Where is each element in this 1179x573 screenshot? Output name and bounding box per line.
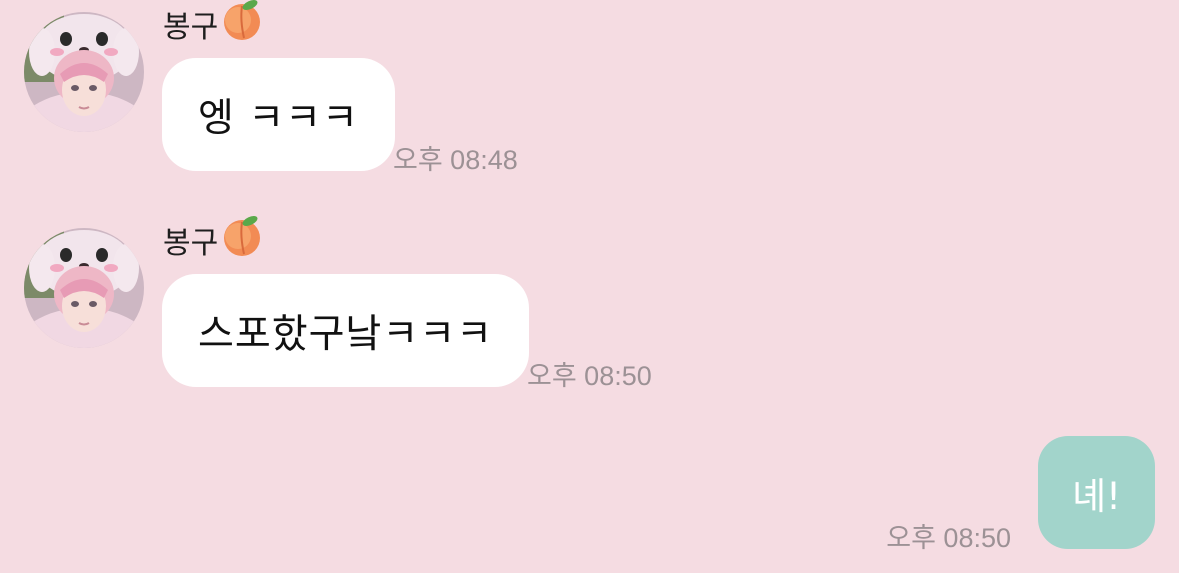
message-text: 스포핬구낰ㅋㅋㅋ — [198, 311, 494, 357]
sender-name-text: 봉구 — [163, 10, 219, 45]
sender-name: 봉구 — [163, 216, 264, 262]
message-text: 녜! — [1072, 474, 1121, 518]
message-time: 오후 08:50 — [527, 361, 652, 391]
peach-icon — [220, 214, 264, 266]
message-time: 오후 08:48 — [393, 145, 518, 175]
avatar-illustration — [24, 228, 144, 348]
message-bubble[interactable]: 엥 ㅋㅋㅋ — [162, 58, 395, 171]
avatar-illustration — [24, 12, 144, 132]
sender-name: 봉구 — [163, 0, 264, 46]
peach-icon — [220, 0, 264, 50]
sender-name-text: 봉구 — [163, 226, 219, 261]
message-bubble[interactable]: 스포핬구낰ㅋㅋㅋ — [162, 274, 530, 387]
message-text: 엥 ㅋㅋㅋ — [198, 95, 359, 141]
avatar[interactable] — [24, 228, 144, 348]
chat-room: 봉구 엥 ㅋㅋㅋ 오후 08:48 봉구 스포핬구낰ㅋㅋㅋ 오후 08:50 녜… — [0, 0, 1179, 573]
outgoing-message-bubble[interactable]: 녜! — [1038, 436, 1155, 549]
avatar[interactable] — [24, 12, 144, 132]
message-time: 오후 08:50 — [886, 523, 1011, 553]
